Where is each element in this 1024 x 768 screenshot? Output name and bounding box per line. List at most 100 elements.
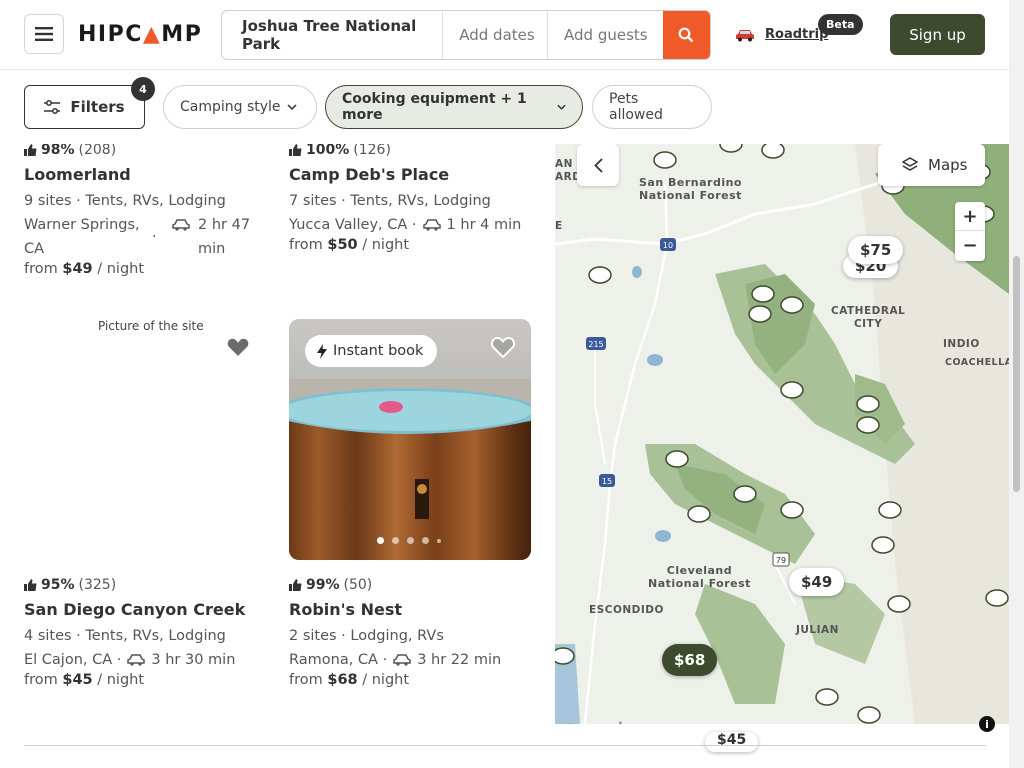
roadtrip-link[interactable]: Roadtrip	[735, 27, 828, 42]
review-count: (126)	[353, 144, 391, 158]
map-place-label: COACHELLA	[945, 357, 1009, 368]
section-divider	[24, 745, 986, 746]
rating-percent: 95%	[41, 577, 75, 593]
maps-label: Maps	[928, 156, 968, 174]
zoom-controls: + −	[955, 202, 985, 261]
search-bar: Joshua Tree National Park Add dates Add …	[221, 10, 711, 60]
hamburger-menu-icon	[35, 27, 53, 41]
filter-bar: Filters 4 Camping style Cooking equipmen…	[0, 71, 1009, 144]
thumbs-up-icon	[289, 579, 302, 591]
collapse-map-button[interactable]	[577, 144, 619, 186]
listing-title[interactable]: Loomerland	[24, 165, 266, 184]
menu-button[interactable]	[24, 14, 64, 54]
listing-location-row: Yucca Valley, CA · 1 hr 4 min	[289, 213, 531, 237]
thumbs-up-icon	[289, 144, 302, 156]
thumbs-up-icon	[24, 579, 37, 591]
drive-time: 2 hr 47 min	[198, 217, 251, 257]
scrollbar-thumb[interactable]	[1013, 256, 1020, 492]
location-input[interactable]: Joshua Tree National Park	[222, 11, 444, 59]
zoom-out-button[interactable]: −	[955, 231, 985, 260]
listing-card[interactable]: 100% (126) Camp Deb's Place 7 sites · Te…	[289, 144, 531, 253]
sliders-icon	[44, 100, 61, 114]
cooking-equipment-dropdown[interactable]: Cooking equipment + 1 more	[325, 85, 583, 129]
thumbs-up-icon	[24, 144, 37, 156]
listing-title[interactable]: San Diego Canyon Creek	[24, 600, 266, 619]
heart-icon[interactable]	[491, 336, 515, 358]
chevron-down-icon	[286, 103, 297, 110]
carousel-dot[interactable]	[437, 538, 441, 543]
lightning-icon	[317, 343, 327, 359]
listing-sites: 4 sites · Tents, RVs, Lodging	[24, 628, 226, 644]
listing-sites: 9 sites · Tents, RVs, Lodging	[24, 193, 226, 209]
listing-price: from $45 / night	[24, 672, 145, 688]
listing-sites: 7 sites · Tents, RVs, Lodging	[289, 193, 491, 209]
review-count: (325)	[78, 577, 117, 593]
car-icon	[127, 654, 146, 666]
car-icon	[736, 29, 754, 41]
listing-location: Yucca Valley, CA ·	[289, 217, 417, 233]
listing-title[interactable]: Camp Deb's Place	[289, 165, 531, 184]
instant-book-badge: Instant book	[305, 335, 438, 367]
listing-location-row: Warner Springs, CA · 2 hr 47 min	[24, 213, 266, 261]
sign-up-button[interactable]: Sign up	[890, 14, 985, 55]
carousel-dot[interactable]	[392, 537, 399, 544]
listing-image[interactable]: Picture of the site	[24, 319, 264, 560]
listing-card[interactable]: 98% (208) Loomerland 9 sites · Tents, RV…	[24, 144, 266, 277]
heart-icon[interactable]	[226, 336, 250, 358]
map-price-pin[interactable]: $45	[705, 732, 759, 752]
map-place-label: E	[555, 220, 563, 232]
map-price-pin[interactable]: $75	[848, 236, 904, 264]
listing-card[interactable]: 99% (50) Robin's Nest 2 sites · Lodging,…	[289, 576, 531, 688]
map-place-label: INDIO	[943, 338, 980, 350]
search-button[interactable]	[662, 11, 710, 59]
rating: 99% (50)	[289, 576, 531, 594]
chevron-down-icon	[557, 104, 566, 110]
hipcamp-logo[interactable]: HIPC▲MP	[78, 22, 202, 47]
dates-input[interactable]: Add dates	[443, 11, 549, 59]
listings-panel: 98% (208) Loomerland 9 sites · Tents, RV…	[0, 144, 555, 768]
filters-label: Filters	[70, 98, 125, 116]
listing-location-row: Ramona, CA · 3 hr 22 min	[289, 648, 531, 672]
carousel-dot[interactable]	[377, 537, 384, 544]
car-icon	[422, 219, 441, 231]
top-navigation-bar: HIPC▲MP Joshua Tree National Park Add da…	[0, 0, 1009, 70]
listing-title[interactable]: Robin's Nest	[289, 600, 531, 619]
listing-image[interactable]: Instant book	[289, 319, 531, 560]
listing-card[interactable]: 95% (325) San Diego Canyon Creek 4 sites…	[24, 576, 266, 688]
carousel-dot[interactable]	[407, 537, 414, 544]
listing-price: from $49 / night	[24, 261, 145, 277]
map-place-label: San Bernardino National Forest	[639, 176, 742, 202]
map-place-label: ESCONDIDO	[589, 604, 664, 616]
beta-badge: Beta	[818, 14, 863, 35]
map-price-pin-selected[interactable]: $68	[662, 644, 718, 676]
carousel-dot[interactable]	[422, 537, 429, 544]
layers-icon	[902, 157, 918, 171]
drive-time: 3 hr 22 min	[417, 652, 502, 668]
map-place-label: CATHEDRAL CITY	[831, 305, 906, 330]
listing-location-row: El Cajon, CA · 3 hr 30 min	[24, 648, 266, 672]
listing-location: Ramona, CA ·	[289, 652, 388, 668]
page-scrollbar[interactable]	[1009, 0, 1024, 768]
drive-time: 1 hr 4 min	[446, 217, 522, 233]
instant-book-label: Instant book	[333, 343, 424, 359]
rating-percent: 98%	[41, 144, 75, 158]
camping-style-dropdown[interactable]: Camping style	[163, 85, 317, 129]
guests-input[interactable]: Add guests	[548, 11, 663, 59]
camping-style-label: Camping style	[180, 99, 281, 115]
map-place-label: Cleveland National Forest	[648, 564, 751, 590]
search-icon	[678, 27, 694, 43]
rating: 98% (208)	[24, 144, 266, 159]
carousel-dots[interactable]	[377, 537, 441, 544]
zoom-in-button[interactable]: +	[955, 202, 985, 231]
campground-markers	[555, 144, 1009, 724]
filters-button[interactable]: Filters	[24, 85, 145, 129]
map-price-pin[interactable]: $49	[789, 568, 845, 596]
review-count: (50)	[343, 577, 373, 593]
rating-percent: 99%	[306, 577, 340, 593]
pets-allowed-chip[interactable]: Pets allowed	[592, 85, 712, 129]
car-icon	[172, 219, 190, 231]
map-view[interactable]: 10 215 15 79 AN ARDI E San Bernardino Na…	[555, 144, 1009, 724]
map-layers-button[interactable]: Maps	[878, 144, 985, 186]
map-info-button[interactable]: i	[979, 716, 995, 732]
mapbox-attribution: ◉ mapbox	[563, 719, 649, 724]
